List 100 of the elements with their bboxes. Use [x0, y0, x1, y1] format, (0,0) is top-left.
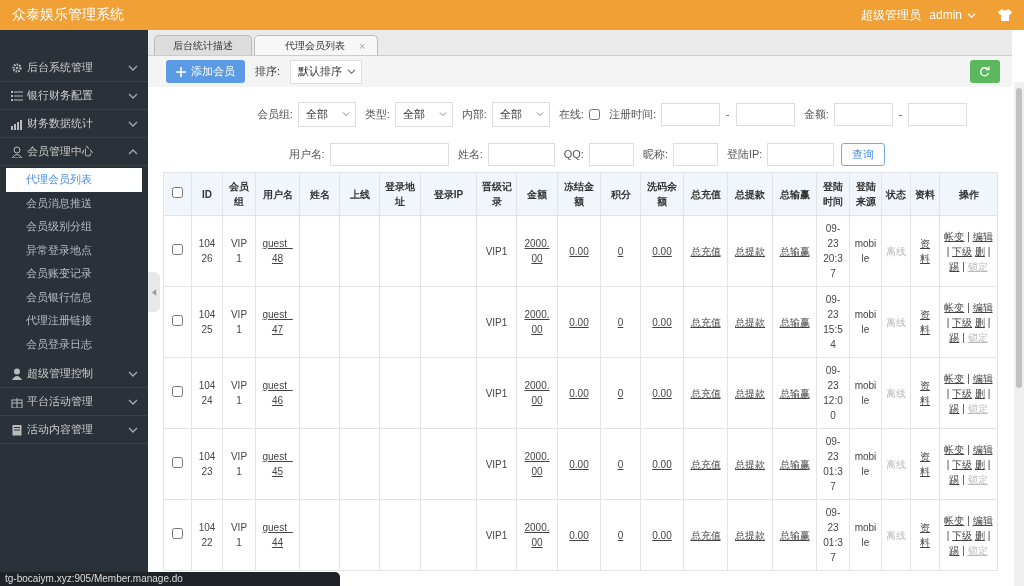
table-link[interactable]: 总充值: [690, 314, 721, 330]
filter-label: 在线:: [558, 106, 584, 122]
table-link[interactable]: 总充值: [690, 456, 721, 472]
action-link[interactable]: 下级: [952, 245, 973, 257]
column-header: 金额: [516, 172, 558, 216]
action-link[interactable]: 下级: [952, 458, 973, 470]
table-cell: 10422: [198, 522, 216, 548]
table-cell: mobile: [854, 522, 877, 548]
table-link[interactable]: 总输赢: [779, 314, 810, 330]
action-link[interactable]: 编辑: [972, 301, 993, 313]
sidebar-subitem[interactable]: 会员消息推送: [6, 191, 142, 215]
column-header: 操作: [939, 172, 998, 216]
action-link[interactable]: 编辑: [972, 230, 993, 242]
filter-select[interactable]: 全部: [297, 101, 356, 127]
action-link[interactable]: 下级: [952, 387, 973, 399]
search-button[interactable]: 查询: [841, 142, 886, 166]
sidebar-subitem[interactable]: 代理注册链接: [6, 309, 142, 333]
table-link[interactable]: 0: [617, 385, 624, 401]
range-separator: -: [725, 108, 730, 120]
table-link[interactable]: 总充值: [690, 527, 721, 543]
table-cell: 10426: [198, 238, 216, 264]
action-link[interactable]: 帐变: [944, 301, 965, 313]
table-link[interactable]: 总提款: [735, 385, 765, 401]
table-link[interactable]: 总输赢: [779, 385, 810, 401]
table-link[interactable]: 总提款: [735, 527, 765, 543]
table-cell: VIP1: [485, 529, 508, 541]
table-link[interactable]: 0.00: [569, 456, 589, 472]
separator: |: [967, 372, 970, 384]
table-link[interactable]: 0.00: [652, 385, 672, 401]
separator: |: [987, 458, 991, 470]
status-text: 离线: [886, 529, 906, 541]
action-link[interactable]: 删: [974, 529, 985, 541]
table-link[interactable]: 0.00: [569, 385, 589, 401]
table-cell: 09-23 20:37: [823, 223, 843, 279]
status-url: tg-bocaiym.xyz:905/Member.manage.do: [0, 572, 340, 586]
table-link[interactable]: 总输赢: [779, 243, 810, 259]
action-link[interactable]: 踢: [949, 331, 960, 343]
sidebar-subitem[interactable]: 会员登录日志: [6, 332, 142, 356]
table-link[interactable]: 总输赢: [779, 527, 810, 543]
action-link[interactable]: 帐变: [944, 443, 965, 455]
table-link[interactable]: 总提款: [735, 243, 765, 259]
action-link[interactable]: 帐变: [944, 514, 965, 526]
column-header: 登陆时间: [816, 172, 850, 216]
table-cell: 10425: [198, 309, 216, 335]
column-header: 晋级记录: [476, 172, 517, 216]
table-link[interactable]: 0: [617, 243, 624, 259]
action-link[interactable]: 下级: [952, 316, 973, 328]
filter-label: QQ:: [563, 148, 584, 160]
table-cell: VIP1: [485, 245, 508, 257]
table-link[interactable]: 0: [617, 527, 624, 543]
table-link[interactable]: 0.00: [569, 527, 589, 543]
user-role: 超级管理员: [861, 6, 922, 24]
table-link[interactable]: 总充值: [690, 243, 721, 259]
sort-select[interactable]: 默认排序: [290, 59, 363, 84]
action-link[interactable]: 踢: [949, 260, 960, 272]
sidebar-subitem[interactable]: 会员银行信息: [6, 285, 142, 309]
column-header: 姓名: [299, 172, 340, 216]
table-link[interactable]: 0.00: [652, 243, 672, 259]
table-link[interactable]: 0.00: [652, 527, 672, 543]
table-cell: VIP1: [230, 238, 248, 264]
filter-select[interactable]: 全部: [491, 101, 550, 127]
column-header: 总充值: [683, 172, 728, 216]
action-link[interactable]: 帐变: [944, 230, 965, 242]
sidebar-subitem[interactable]: 会员账变记录: [6, 262, 142, 286]
filter-label: 用户名:: [288, 146, 325, 162]
filter-label: 昵称:: [642, 146, 668, 162]
table-link[interactable]: 总充值: [690, 385, 721, 401]
table-link[interactable]: 0.00: [569, 243, 589, 259]
action-link[interactable]: 删: [974, 458, 985, 470]
action-link[interactable]: 下级: [952, 529, 973, 541]
action-link[interactable]: 删: [974, 245, 985, 257]
table-cell: 09-23 01:37: [823, 436, 843, 492]
tab[interactable]: 后台统计描述: [154, 35, 252, 55]
separator: |: [946, 316, 950, 328]
table-link[interactable]: 0: [617, 314, 624, 330]
action-link[interactable]: 踢: [949, 402, 960, 414]
table-link[interactable]: 0: [617, 456, 624, 472]
table-link[interactable]: 0.00: [652, 456, 672, 472]
table-link[interactable]: 总输赢: [779, 456, 810, 472]
table-link[interactable]: 0.00: [569, 314, 589, 330]
action-link[interactable]: 删: [974, 387, 985, 399]
tab[interactable]: 代理会员列表 ×: [254, 35, 379, 55]
table-cell: 09-23 01:37: [823, 507, 843, 563]
action-link[interactable]: 编辑: [972, 514, 993, 526]
action-link[interactable]: 踢: [949, 544, 960, 556]
table-cell: 09-23 12:00: [823, 365, 843, 421]
action-link[interactable]: 帐变: [944, 372, 965, 384]
sidebar-subitem[interactable]: 代理会员列表: [6, 168, 142, 192]
action-link[interactable]: 编辑: [972, 443, 993, 455]
table-link[interactable]: 0.00: [652, 314, 672, 330]
sidebar-subitem[interactable]: 异常登录地点: [6, 238, 142, 262]
filter-label: 注册时间:: [608, 106, 656, 122]
action-link[interactable]: 踢: [949, 473, 960, 485]
filter-select[interactable]: 全部: [394, 101, 453, 127]
action-link[interactable]: 删: [974, 316, 985, 328]
status-text: 离线: [886, 387, 906, 399]
sidebar-subitem[interactable]: 会员级别分组: [6, 215, 142, 239]
table-link[interactable]: 总提款: [735, 314, 765, 330]
table-link[interactable]: 总提款: [735, 456, 765, 472]
action-link[interactable]: 编辑: [972, 372, 993, 384]
